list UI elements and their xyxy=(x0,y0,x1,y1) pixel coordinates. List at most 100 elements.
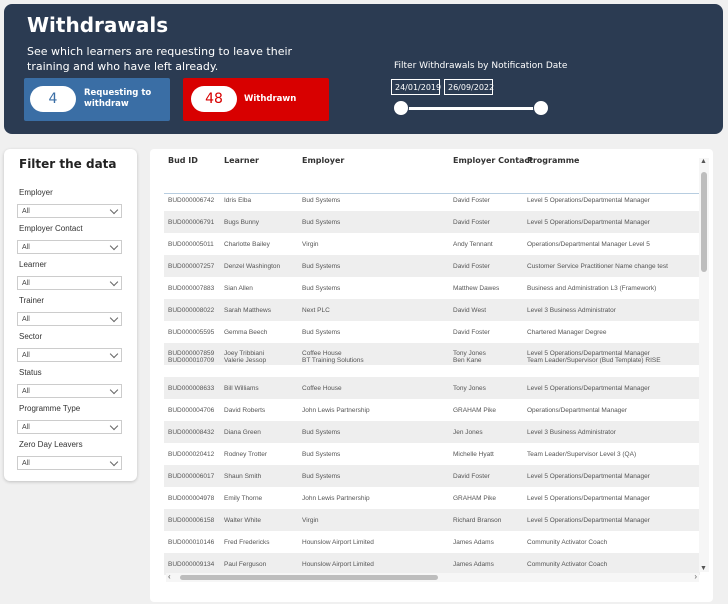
horizontal-scrollbar[interactable]: ‹ › xyxy=(166,572,699,582)
table-cell: David Roberts xyxy=(224,407,266,414)
table-cell: Bud Systems xyxy=(302,451,341,458)
table-row[interactable]: BUD000004978 Emily Thorne John Lewis Partn… xyxy=(164,487,700,509)
table-cell: Shaun Smith xyxy=(224,473,262,480)
table-row[interactable]: BUD000008432 Diana Green Bud Systems Jen Jo… xyxy=(164,421,700,443)
table-cell: Level 5 Operations/Departmental Manager xyxy=(527,495,650,502)
table-cell: Community Activator Coach xyxy=(527,561,608,568)
table-cell: Andy Tennant xyxy=(453,241,493,248)
table-row[interactable]: BUD000007257 Denzel Washington Bud Systems… xyxy=(164,255,700,277)
table-cell: James Adams xyxy=(453,539,494,546)
table-row[interactable]: BUD000006791 Bugs Bunny Bud Systems David F… xyxy=(164,211,700,233)
scroll-right-icon[interactable]: › xyxy=(694,572,697,581)
table-cell: David Foster xyxy=(453,329,490,336)
chevron-down-icon xyxy=(109,349,119,359)
date-slider-end-handle[interactable] xyxy=(533,100,549,116)
table-cell: Idris Elba xyxy=(224,197,252,204)
table-row[interactable]: BUD000009134 Paul Ferguson Hounslow Airpor… xyxy=(164,553,700,575)
horizontal-scroll-thumb[interactable] xyxy=(180,575,438,580)
table-cell: Hounslow Airport Limited xyxy=(302,539,374,546)
table-cell: Virgin xyxy=(302,241,319,248)
column-header-employer-contact[interactable]: Employer Contact xyxy=(453,156,533,165)
table-cell: Valerie Jessop xyxy=(224,357,267,364)
table-row[interactable]: BUD000010146 Fred Fredericks Hounslow Airp… xyxy=(164,531,700,553)
table-cell: BUD000006791 xyxy=(168,219,215,226)
table-cell: BUD000004706 xyxy=(168,407,215,414)
slicer-dropdown-zero-day-leavers[interactable]: All xyxy=(17,456,122,470)
slicer-dropdown-employer-contact[interactable]: All xyxy=(17,240,122,254)
table-cell: Gemma Beech xyxy=(224,329,268,336)
table-row[interactable]: BUD000006017 Shaun Smith Bud Systems David … xyxy=(164,465,700,487)
table-row[interactable]: BUD000006742 Idris Elba Bud Systems David F… xyxy=(164,189,700,211)
slicer-dropdown-programme-type[interactable]: All xyxy=(17,420,122,434)
table-cell: BUD000007257 xyxy=(168,263,215,270)
table-cell: BUD000006158 xyxy=(168,517,215,524)
table-cell: David Foster xyxy=(453,263,490,270)
chevron-down-icon xyxy=(109,241,119,251)
requesting-label: Requesting to withdraw xyxy=(84,88,152,109)
start-date-input[interactable]: 24/01/2019 xyxy=(391,79,441,95)
table-cell: Next PLC xyxy=(302,307,330,314)
slicer-dropdown-employer[interactable]: All xyxy=(17,204,122,218)
table-row[interactable]: BUD000006158 Walter White Virgin Richard Br… xyxy=(164,509,700,531)
table-cell: David West xyxy=(453,307,487,314)
table-cell: BUD000009134 xyxy=(168,561,215,568)
column-header-learner[interactable]: Learner xyxy=(224,156,259,165)
table-row[interactable]: BUD000010709 Valerie Jessop BT Training So… xyxy=(164,355,700,367)
table-cell: Matthew Dawes xyxy=(453,285,500,292)
table-cell: GRAHAM Pike xyxy=(453,495,496,502)
withdrawals-table: Bud ID Learner Employer Employer Contact… xyxy=(150,149,713,602)
requesting-withdraw-card[interactable]: 4 Requesting to withdraw xyxy=(24,78,170,121)
column-header-employer[interactable]: Employer xyxy=(302,156,344,165)
slicer-value: All xyxy=(22,280,30,287)
table-cell: Bud Systems xyxy=(302,197,341,204)
slicer-label-status: Status xyxy=(19,368,42,377)
table-row[interactable]: BUD000005011 Charlotte Bailey Virgin Andy T… xyxy=(164,233,700,255)
vertical-scroll-thumb[interactable] xyxy=(701,172,707,272)
table-cell: Michelle Hyatt xyxy=(453,451,494,458)
table-cell: BUD000005011 xyxy=(168,241,214,248)
table-cell: John Lewis Partnership xyxy=(302,407,370,414)
table-cell: Fred Fredericks xyxy=(224,539,270,546)
table-cell: Level 5 Operations/Departmental Manager xyxy=(527,473,650,480)
table-cell: BUD000004978 xyxy=(168,495,215,502)
scroll-down-icon[interactable]: ▼ xyxy=(700,565,707,572)
slicer-label-trainer: Trainer xyxy=(19,296,45,305)
date-slider-track[interactable] xyxy=(400,107,541,110)
end-date-input[interactable]: 26/09/2022 xyxy=(444,79,494,95)
column-header-bud-id[interactable]: Bud ID xyxy=(168,156,198,165)
table-cell: Richard Branson xyxy=(453,517,502,524)
column-header-programme[interactable]: Programme xyxy=(527,156,579,165)
slicer-value: All xyxy=(22,208,30,215)
table-cell: GRAHAM Pike xyxy=(453,407,496,414)
slicer-dropdown-learner[interactable]: All xyxy=(17,276,122,290)
slicer-label-sector: Sector xyxy=(19,332,43,341)
table-cell: Level 3 Business Administrator xyxy=(527,307,616,314)
date-slider-start-handle[interactable] xyxy=(393,100,409,116)
slicer-dropdown-sector[interactable]: All xyxy=(17,348,122,362)
table-cell: Hounslow Airport Limited xyxy=(302,561,374,568)
scroll-up-icon[interactable]: ▲ xyxy=(700,158,707,165)
withdrawn-count: 48 xyxy=(191,86,237,112)
slicer-value: All xyxy=(22,244,30,251)
table-cell: Level 5 Operations/Departmental Manager xyxy=(527,517,650,524)
slicer-dropdown-trainer[interactable]: All xyxy=(17,312,122,326)
table-row[interactable]: BUD000004706 David Roberts John Lewis Part… xyxy=(164,399,700,421)
table-row[interactable]: BUD000007883 Sian Allen Bud Systems Matthew… xyxy=(164,277,700,299)
requesting-count: 4 xyxy=(30,86,76,112)
slicer-value: All xyxy=(22,424,30,431)
table-cell: Operations/Departmental Manager Level 5 xyxy=(527,241,650,248)
slicer-dropdown-status[interactable]: All xyxy=(17,384,122,398)
table-row[interactable]: BUD000005595 Gemma Beech Bud Systems David … xyxy=(164,321,700,343)
scroll-left-icon[interactable]: ‹ xyxy=(168,572,171,581)
table-cell: BUD000008633 xyxy=(168,385,215,392)
table-cell: John Lewis Partnership xyxy=(302,495,370,502)
table-cell: Walter White xyxy=(224,517,261,524)
table-cell: BUD000008432 xyxy=(168,429,215,436)
table-cell: Operations/Departmental Manager xyxy=(527,407,628,414)
table-row[interactable]: BUD000008022 Sarah Matthews Next PLC David … xyxy=(164,299,700,321)
table-row[interactable]: BUD000008633 Bill Williams Coffee House Ton… xyxy=(164,377,700,399)
table-cell: Bud Systems xyxy=(302,285,341,292)
withdrawn-card[interactable]: 48 Withdrawn xyxy=(183,78,329,121)
table-row[interactable]: BUD000020412 Rodney Trotter Bud Systems Mic… xyxy=(164,443,700,465)
vertical-scrollbar[interactable]: ▲ ▼ xyxy=(699,158,709,572)
